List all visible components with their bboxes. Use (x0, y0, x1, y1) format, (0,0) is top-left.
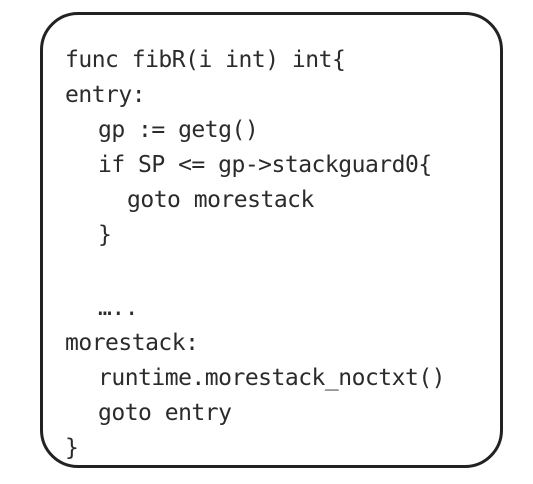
code-line-getg: gp := getg() (98, 117, 259, 143)
code-block: func fibR(i int) int{ entry: gp := getg(… (65, 43, 446, 466)
code-line-ellipsis: ….. (98, 295, 139, 321)
code-line-if-close: } (98, 222, 112, 248)
code-line-if-stackguard: if SP <= gp->stackguard0{ (98, 152, 432, 178)
code-line-func-close: } (65, 435, 79, 461)
code-line-func-signature: func fibR(i int) int{ (65, 47, 346, 73)
code-box: func fibR(i int) int{ entry: gp := getg(… (40, 12, 503, 468)
code-line-goto-entry: goto entry (98, 400, 232, 426)
code-line-runtime-call: runtime.morestack_noctxt() (98, 365, 446, 391)
code-line-entry-label: entry: (65, 82, 146, 108)
code-line-morestack-label: morestack: (65, 330, 199, 356)
code-line-goto-morestack: goto morestack (127, 187, 314, 213)
